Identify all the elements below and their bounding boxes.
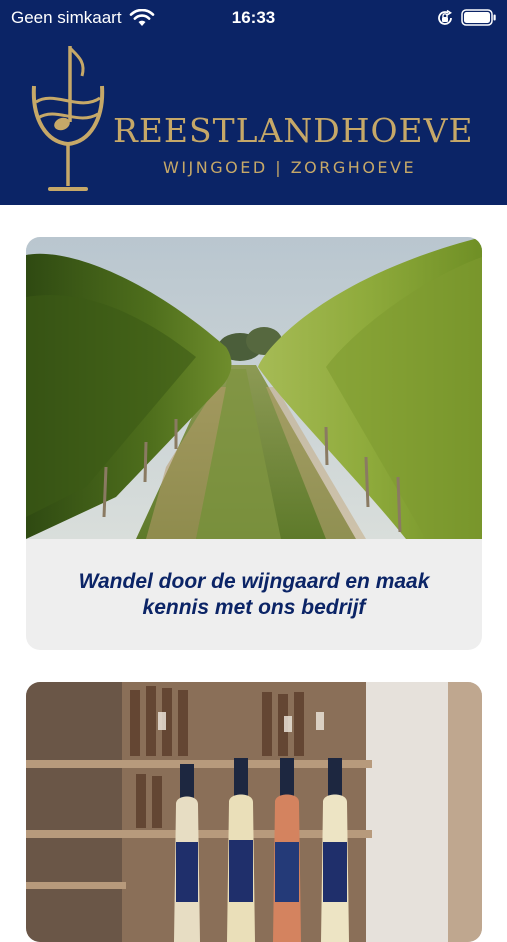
brand-subtitle: WIJNGOED | ZORGHOEVE bbox=[163, 158, 417, 177]
wine-glass-logo-icon bbox=[31, 46, 105, 191]
card-caption: Wandel door de wijngaard en maak kennis … bbox=[78, 569, 430, 619]
wine-card[interactable] bbox=[26, 682, 482, 942]
status-time: 16:33 bbox=[231, 8, 276, 27]
rotation-lock-icon bbox=[438, 9, 452, 25]
brand-header: REESTLANDHOEVE WIJNGOED | ZORGHOEVE bbox=[0, 34, 507, 205]
vineyard-path-photo bbox=[26, 237, 482, 539]
battery-icon bbox=[461, 9, 496, 26]
wine-bottles-shelf-photo bbox=[26, 682, 482, 942]
vineyard-walk-card[interactable]: Wandel door de wijngaard en maak kennis … bbox=[26, 237, 482, 650]
status-bar: Geen simkaart 16:33 bbox=[0, 0, 507, 34]
brand-name: REESTLANDHOEVE bbox=[113, 111, 474, 150]
